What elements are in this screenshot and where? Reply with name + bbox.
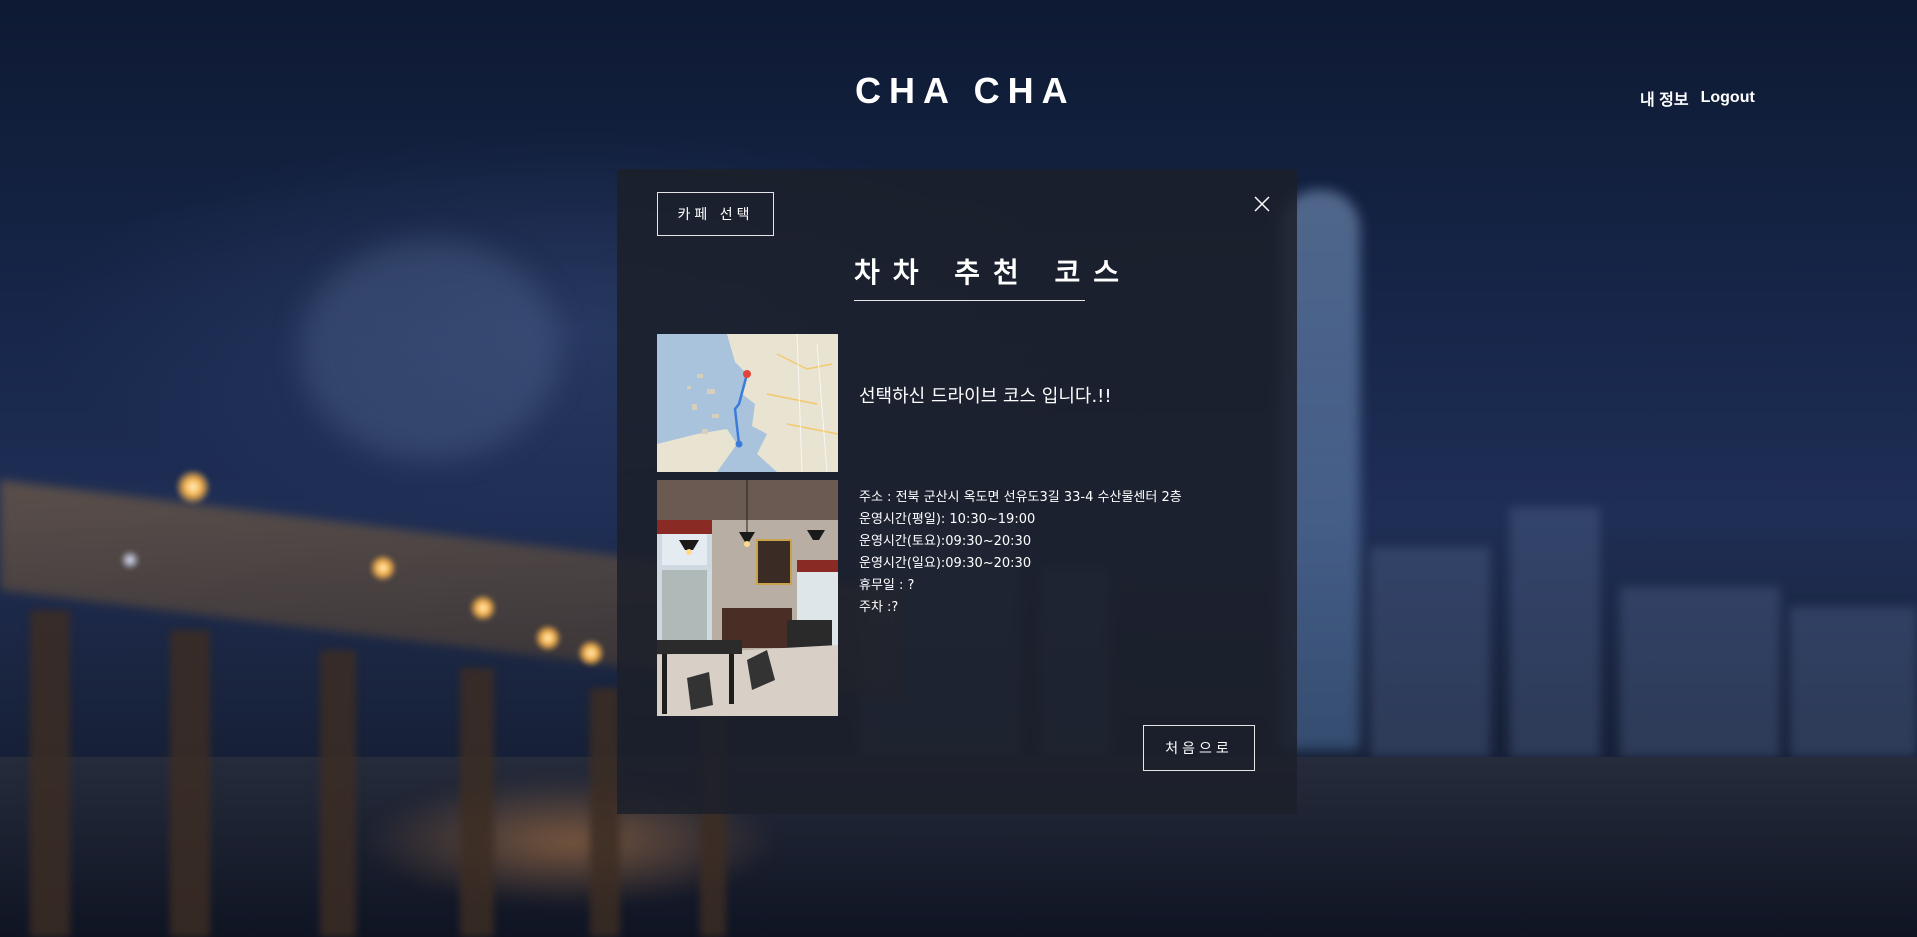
my-info-link[interactable]: 내 정보 [1640,86,1689,110]
top-nav: 내 정보 Logout [1640,86,1755,110]
course-panel: 카페 선택 차차 추천 코스 선택하신 드라이브 코스 입니다.!! 주소: … [617,169,1297,814]
logout-link[interactable]: Logout [1701,89,1755,107]
cafe-hours-saturday: 운영시간(토요):09:30~20:30 [859,534,1032,549]
course-message: 선택하신 드라이브 코스 입니다.!! [859,386,1112,407]
cafe-parking: 주차 :? [859,600,899,615]
cafe-photo [657,480,838,716]
home-button[interactable]: 처음으로 [1143,725,1255,771]
site-logo[interactable]: CHA CHA [855,70,1076,112]
cafe-closed-day: 휴무일 : ? [859,578,915,593]
cafe-info: 주소 : 전북 군산시 옥도면 선유도3길 33-4 수산물센터 2층 운영시간… [859,487,1182,619]
cafe-hours-weekday: 운영시간(평일): 10:30~19:00 [859,512,1036,527]
route-map-image [657,334,838,472]
panel-title: 차차 추천 코스 [854,251,1119,301]
close-icon[interactable] [1253,195,1271,213]
cafe-select-button[interactable]: 카페 선택 [657,192,774,236]
cafe-address: 주소 : 전북 군산시 옥도면 선유도3길 33-4 수산물센터 2층 [859,490,1182,505]
cafe-hours-sunday: 운영시간(일요):09:30~20:30 [859,556,1032,571]
